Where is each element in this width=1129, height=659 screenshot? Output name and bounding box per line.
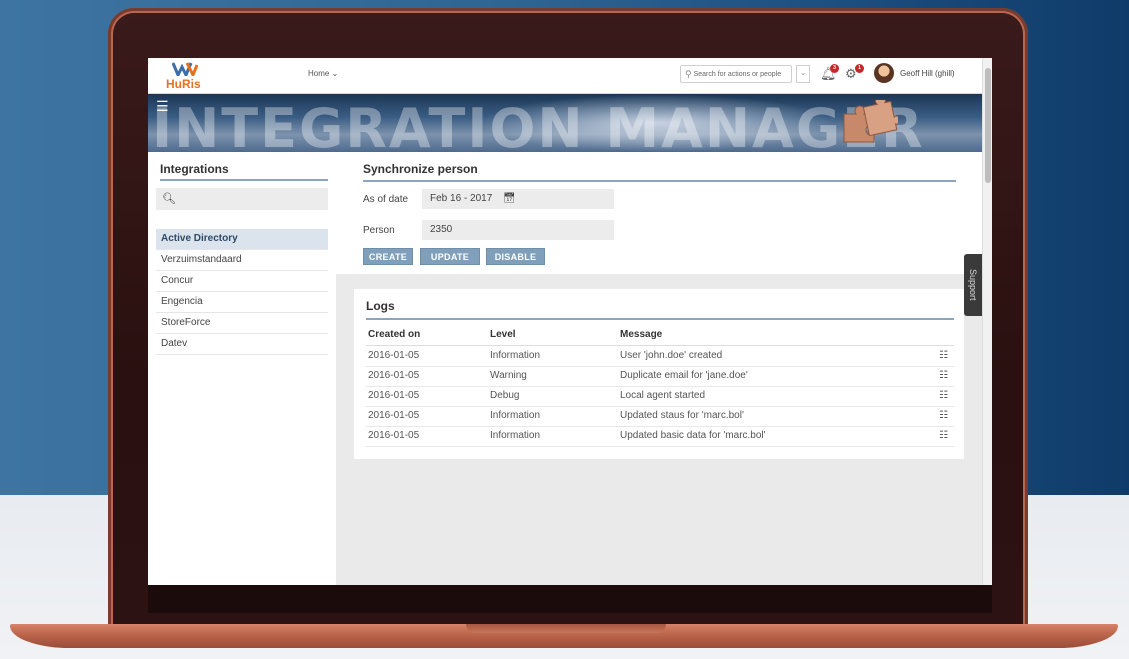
column-created-on[interactable]: Created on bbox=[368, 329, 420, 340]
table-row[interactable]: 2016-01-05 Information Updated staus for… bbox=[366, 406, 954, 427]
as-of-date-label: As of date bbox=[363, 194, 409, 205]
row-created: 2016-01-05 bbox=[368, 350, 420, 361]
laptop-notch bbox=[466, 624, 666, 633]
row-message: User 'john.doe' created bbox=[620, 350, 723, 361]
sync-person-panel: Synchronize person As of date Feb 16 - 2… bbox=[336, 152, 982, 274]
scrollbar-thumb[interactable] bbox=[985, 68, 991, 183]
row-level: Debug bbox=[490, 390, 520, 401]
row-message: Local agent started bbox=[620, 390, 706, 401]
row-level: Information bbox=[490, 430, 541, 441]
table-row[interactable]: 2016-01-05 Debug Local agent started ☷ bbox=[366, 386, 954, 407]
row-level: Warning bbox=[490, 370, 527, 381]
search-icon: 🔍︎ bbox=[162, 193, 176, 205]
person-field[interactable]: 2350 bbox=[422, 220, 614, 240]
update-button[interactable]: UPDATE bbox=[420, 248, 480, 265]
column-message[interactable]: Message bbox=[620, 329, 662, 340]
support-tab[interactable]: Support bbox=[964, 254, 982, 316]
sidebar-title: Integrations bbox=[160, 162, 328, 181]
page-scrollbar[interactable] bbox=[982, 58, 992, 585]
table-row[interactable]: 2016-01-05 Information User 'john.doe' c… bbox=[366, 346, 954, 367]
row-message: Duplicate email for 'jane.doe' bbox=[620, 370, 748, 381]
as-of-date-field[interactable]: Feb 16 - 2017 📅︎ bbox=[422, 189, 614, 209]
hamburger-menu-icon[interactable]: ☰ bbox=[156, 98, 169, 115]
main-content: Synchronize person As of date Feb 16 - 2… bbox=[336, 152, 982, 585]
person-label: Person bbox=[363, 225, 395, 236]
home-menu[interactable]: Home ⌄ bbox=[308, 69, 338, 78]
row-message: Updated staus for 'marc.bol' bbox=[620, 410, 744, 421]
sidebar-item-verzuimstandaard[interactable]: Verzuimstandaard bbox=[156, 250, 328, 271]
sidebar-item-engencia[interactable]: Engencia bbox=[156, 292, 328, 313]
disable-button[interactable]: DISABLE bbox=[486, 248, 545, 265]
details-list-icon[interactable]: ☷ bbox=[939, 410, 948, 421]
row-created: 2016-01-05 bbox=[368, 410, 420, 421]
search-dropdown-button[interactable]: ⌄ bbox=[796, 65, 810, 83]
sidebar-search[interactable]: 🔍︎ bbox=[156, 188, 328, 210]
avatar[interactable] bbox=[874, 63, 894, 83]
logs-table-header: Created on Level Message bbox=[366, 329, 954, 346]
sync-title: Synchronize person bbox=[363, 162, 956, 182]
laptop-bottom-bezel bbox=[148, 585, 992, 613]
as-of-date-value: Feb 16 - 2017 bbox=[430, 193, 493, 204]
column-level[interactable]: Level bbox=[490, 329, 516, 340]
row-created: 2016-01-05 bbox=[368, 390, 420, 401]
sidebar-item-datev[interactable]: Datev bbox=[156, 334, 328, 355]
row-message: Updated basic data for 'marc.bol' bbox=[620, 430, 766, 441]
details-list-icon[interactable]: ☷ bbox=[939, 390, 948, 401]
app-screen: HuRis Home ⌄ ⚲ Search for actions or peo… bbox=[148, 58, 992, 585]
search-icon: ⚲ bbox=[685, 68, 692, 79]
sidebar: Integrations 🔍︎ Active Directory Verzuim… bbox=[148, 152, 336, 585]
create-button[interactable]: CREATE bbox=[363, 248, 413, 265]
details-list-icon[interactable]: ☷ bbox=[939, 370, 948, 381]
details-list-icon[interactable]: ☷ bbox=[939, 350, 948, 361]
user-name[interactable]: Geoff Hill (ghill) bbox=[900, 69, 955, 78]
row-level: Information bbox=[490, 410, 541, 421]
table-row[interactable]: 2016-01-05 Information Updated basic dat… bbox=[366, 426, 954, 447]
sidebar-item-concur[interactable]: Concur bbox=[156, 271, 328, 292]
settings-badge: 1 bbox=[855, 64, 864, 73]
banner: INTEGRATION MANAGER ☰ bbox=[148, 94, 982, 152]
logo-icon bbox=[172, 62, 198, 76]
table-row[interactable]: 2016-01-05 Warning Duplicate email for '… bbox=[366, 366, 954, 387]
sidebar-item-storeforce[interactable]: StoreForce bbox=[156, 313, 328, 334]
row-created: 2016-01-05 bbox=[368, 370, 420, 381]
search-placeholder: Search for actions or people bbox=[693, 70, 782, 78]
notification-badge: 3 bbox=[830, 64, 839, 73]
top-bar: HuRis Home ⌄ ⚲ Search for actions or peo… bbox=[148, 58, 982, 94]
sidebar-item-active-directory[interactable]: Active Directory bbox=[156, 229, 328, 250]
calendar-icon[interactable]: 📅︎ bbox=[503, 193, 516, 204]
integration-list: Active Directory Verzuimstandaard Concur… bbox=[156, 229, 328, 355]
banner-title: INTEGRATION MANAGER bbox=[152, 97, 925, 152]
logo-text[interactable]: HuRis bbox=[166, 77, 201, 91]
row-level: Information bbox=[490, 350, 541, 361]
puzzle-pieces-icon bbox=[843, 100, 898, 143]
logs-panel: Logs Created on Level Message 2016-01-05… bbox=[354, 289, 964, 459]
search-input[interactable]: ⚲ Search for actions or people bbox=[680, 65, 792, 83]
row-created: 2016-01-05 bbox=[368, 430, 420, 441]
logs-title: Logs bbox=[366, 299, 954, 320]
details-list-icon[interactable]: ☷ bbox=[939, 430, 948, 441]
